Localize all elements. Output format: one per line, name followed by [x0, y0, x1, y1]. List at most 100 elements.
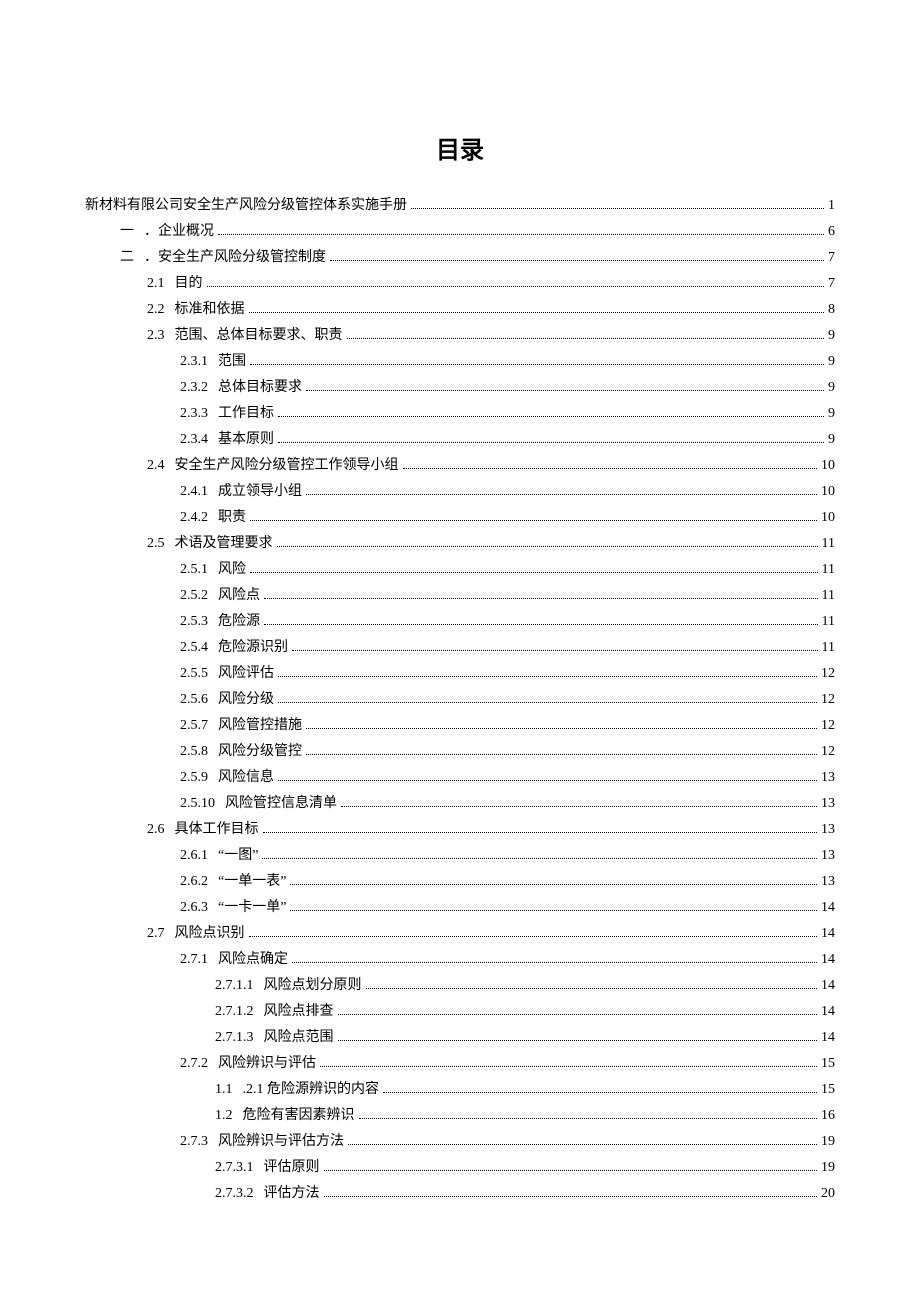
toc-entry-number: 2.4.2	[180, 505, 208, 531]
toc-entry-number: 2.7.1.1	[215, 973, 254, 999]
toc-entry-page: 7	[828, 245, 835, 271]
toc-entry-number: 一	[120, 219, 134, 245]
toc-entry-page: 14	[821, 921, 835, 947]
toc-entry-number: 2.5.9	[180, 765, 208, 791]
toc-entry-page: 9	[828, 375, 835, 401]
toc-entry-label: 风险	[218, 557, 246, 583]
toc-entry: 2.5.6 风险分级 12	[85, 687, 835, 713]
toc-entry-label: 范围、总体目标要求、职责	[175, 323, 343, 349]
toc-leader-dots	[278, 770, 817, 781]
toc-leader-dots	[338, 1030, 818, 1041]
toc-entry-page: 20	[821, 1181, 835, 1207]
toc-leader-dots	[250, 562, 818, 573]
toc-entry: 2.7.1.1风险点划分原则14	[85, 973, 835, 999]
toc-entry-page: 10	[821, 453, 835, 479]
toc-leader-dots	[250, 354, 824, 365]
toc-leader-dots	[263, 822, 818, 833]
toc-entry: 2.6具体工作目标13	[85, 817, 835, 843]
toc-entry: 2.5术语及管理要求11	[85, 531, 835, 557]
toc-leader-dots	[278, 432, 824, 443]
toc-leader-dots	[277, 536, 818, 547]
toc-entry-label: 风险管控信息清单	[225, 791, 337, 817]
toc-entry-label: 基本原则	[218, 427, 274, 453]
toc-entry-number: 2.7.3.1	[215, 1155, 254, 1181]
toc-entry-label: 风险管控措施	[218, 713, 302, 739]
toc-entry-number: 2.5.5	[180, 661, 208, 687]
toc-leader-dots	[348, 1134, 817, 1145]
toc-entry-number: 2.6.1	[180, 843, 208, 869]
toc-entry-page: 15	[821, 1077, 835, 1103]
toc-entry: 2.4.1成立领导小组10	[85, 479, 835, 505]
toc-entry-label: 术语及管理要求	[175, 531, 273, 557]
toc-entry-label: “一图”	[218, 843, 258, 869]
toc-leader-dots	[278, 406, 824, 417]
toc-entry-label: 危险有害因素辨识	[243, 1103, 355, 1129]
toc-leader-dots	[249, 302, 825, 313]
toc-entry-page: 6	[828, 219, 835, 245]
toc-entry-label: 风险点识别	[175, 921, 245, 947]
toc-leader-dots	[278, 692, 817, 703]
toc-entry: 新材料有限公司安全生产风险分级管控体系实施手册1	[85, 193, 835, 219]
toc-leader-dots	[250, 510, 817, 521]
toc-entry-page: 11	[822, 557, 835, 583]
toc-entry-page: 10	[821, 505, 835, 531]
toc-entry-label: “一卡一单”	[218, 895, 286, 921]
toc-entry-page: 12	[821, 661, 835, 687]
toc-leader-dots	[264, 588, 818, 599]
toc-entry: 2.7.3.1评估原则19	[85, 1155, 835, 1181]
toc-leader-dots	[249, 926, 818, 937]
toc-leader-dots	[290, 874, 817, 885]
toc-entry: 2.7.1风险点确定14	[85, 947, 835, 973]
toc-entry-number: 2.5.1	[180, 557, 208, 583]
toc-entry-label: 工作目标	[218, 401, 274, 427]
toc-entry-page: 15	[821, 1051, 835, 1077]
toc-entry-number: 1.1	[215, 1077, 233, 1103]
toc-entry-number: 2.2	[147, 297, 165, 323]
toc-entry-label: 职责	[218, 505, 246, 531]
toc-entry-page: 19	[821, 1129, 835, 1155]
toc-entry-label: ．企业概况	[144, 219, 214, 245]
toc-entry: 2.3.1范围9	[85, 349, 835, 375]
toc-entry-page: 8	[828, 297, 835, 323]
toc-entry-label: 风险分级	[218, 687, 274, 713]
toc-entry-number: 2.3.3	[180, 401, 208, 427]
toc-entry: 2.4.2 职责 10	[85, 505, 835, 531]
toc-entry: 2.7.3.2评估方法20	[85, 1181, 835, 1207]
toc-entry-page: 12	[821, 687, 835, 713]
toc-entry-number: 2.5.10	[180, 791, 215, 817]
toc-leader-dots	[341, 796, 817, 807]
toc-entry-number: 2.5.6	[180, 687, 208, 713]
toc-entry-label: 成立领导小组	[218, 479, 302, 505]
toc-leader-dots	[306, 744, 817, 755]
toc-entry: 1.1.2.1 危险源辨识的内容15	[85, 1077, 835, 1103]
toc-entry-page: 9	[828, 349, 835, 375]
toc-entry-number: 2.7	[147, 921, 165, 947]
toc-entry-number: 1.2	[215, 1103, 233, 1129]
toc-entry-label: 总体目标要求	[218, 375, 302, 401]
toc-entry-number: 2.6.3	[180, 895, 208, 921]
toc-entry-number: 2.7.3	[180, 1129, 208, 1155]
toc-entry-label: 风险分级管控	[218, 739, 302, 765]
toc-entry-page: 11	[822, 531, 835, 557]
toc-entry-label: 安全生产风险分级管控工作领导小组	[175, 453, 399, 479]
toc-entry: 2.5.7风险管控措施12	[85, 713, 835, 739]
toc-entry-number: 2.3.4	[180, 427, 208, 453]
toc-entry: 2.2 标准和依据 8	[85, 297, 835, 323]
toc-entry-label: 范围	[218, 349, 246, 375]
toc-entry-label: 风险点排查	[264, 999, 334, 1025]
toc-entry-label: 标准和依据	[175, 297, 245, 323]
toc-entry-page: 9	[828, 401, 835, 427]
toc-entry-number: 2.4	[147, 453, 165, 479]
toc-entry-label: 风险辨识与评估	[218, 1051, 316, 1077]
toc-leader-dots	[324, 1160, 818, 1171]
toc-leader-dots	[330, 250, 824, 261]
toc-entry-number: 2.6.2	[180, 869, 208, 895]
toc-entry-number: 2.3.2	[180, 375, 208, 401]
toc-entry-label: 危险源识别	[218, 635, 288, 661]
toc-entry-number: 2.7.1	[180, 947, 208, 973]
toc-entry: 2.6.2“一单一表”13	[85, 869, 835, 895]
toc-entry-number: 2.5.2	[180, 583, 208, 609]
toc-entry-label: ．安全生产风险分级管控制度	[144, 245, 326, 271]
toc-entry-page: 13	[821, 869, 835, 895]
toc-entry: 2.5.8风险分级管控12	[85, 739, 835, 765]
